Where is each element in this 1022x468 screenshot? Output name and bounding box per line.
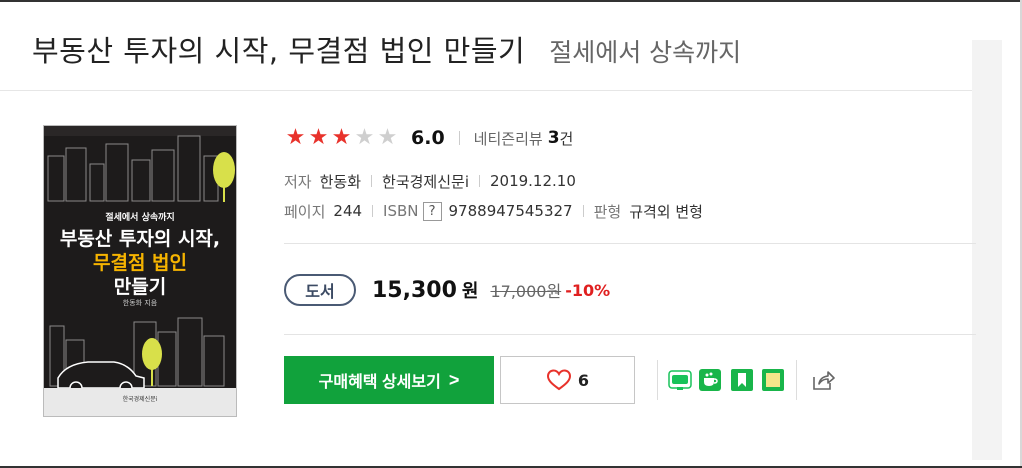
memo-icon[interactable] bbox=[760, 367, 786, 393]
review-unit: 건 bbox=[559, 129, 574, 148]
original-price: 17,000원 bbox=[490, 282, 562, 301]
like-button[interactable]: 6 bbox=[500, 356, 635, 404]
like-count: 6 bbox=[577, 370, 590, 390]
review-count[interactable]: 3 bbox=[548, 128, 560, 148]
review-label[interactable]: 네티즌리뷰 bbox=[474, 128, 543, 149]
pages-value: 244 bbox=[333, 202, 363, 220]
divider bbox=[582, 205, 584, 217]
cover-title-line1: 부동산 투자의 시작, bbox=[59, 228, 221, 250]
side-gutter bbox=[972, 40, 1002, 460]
pages-label: 페이지 bbox=[284, 202, 326, 221]
format-label: 판형 bbox=[593, 202, 622, 221]
divider bbox=[458, 131, 460, 145]
cover-subtitle: 절세에서 상속까지 bbox=[105, 213, 175, 223]
cover-publisher: 한국경제신문i bbox=[122, 396, 158, 403]
cover-author: 한동화 지음 bbox=[122, 299, 158, 307]
divider bbox=[478, 175, 480, 187]
star-rating: ★ ★ ★ ★ ★ bbox=[284, 127, 399, 149]
isbn-label: ISBN bbox=[383, 202, 419, 220]
section-divider bbox=[284, 243, 976, 244]
purchase-benefit-label: 구매혜택 상세보기 bbox=[318, 374, 441, 391]
discount-rate: -10% bbox=[565, 280, 611, 300]
star-empty-icon: ★ bbox=[354, 125, 375, 150]
meta-row-author: 저자 한동화 한국경제신문i 2019.12.10 bbox=[284, 170, 576, 192]
bookmark-icon[interactable] bbox=[729, 367, 755, 393]
heart-icon bbox=[546, 369, 571, 391]
book-cover-image[interactable]: 절세에서 상속까지 부동산 투자의 시작, 무결점 법인 만들기 한동화 지음 … bbox=[43, 125, 237, 417]
divider bbox=[371, 175, 373, 187]
cafe-icon[interactable] bbox=[697, 367, 723, 393]
blog-icon[interactable] bbox=[667, 367, 693, 393]
divider bbox=[372, 205, 374, 217]
price-row: 도서 15,300 원 17,000원 -10% bbox=[284, 274, 610, 306]
isbn-value: 9788947545327 bbox=[448, 202, 573, 220]
book-title-row: 부동산 투자의 시작, 무결점 법인 만들기 절세에서 상속까지 bbox=[32, 28, 741, 72]
sale-price: 15,300 bbox=[372, 277, 457, 303]
isbn-help-icon[interactable]: ? bbox=[422, 201, 442, 221]
star-filled-icon: ★ bbox=[308, 125, 329, 150]
meta-row-details: 페이지 244 ISBN ? 9788947545327 판형 규격외 변형 bbox=[284, 200, 703, 222]
share-icon[interactable] bbox=[810, 367, 836, 393]
title-divider bbox=[0, 90, 972, 91]
top-border bbox=[0, 0, 1022, 2]
format-value: 규격외 변형 bbox=[629, 202, 703, 221]
product-type-badge: 도서 bbox=[284, 274, 356, 306]
price-unit: 원 bbox=[461, 281, 479, 302]
author-link[interactable]: 한동화 bbox=[320, 171, 361, 192]
book-title[interactable]: 부동산 투자의 시작, 무결점 법인 만들기 bbox=[32, 28, 525, 70]
author-label: 저자 bbox=[284, 172, 312, 191]
star-empty-icon: ★ bbox=[377, 125, 398, 150]
rating-score: 6.0 bbox=[411, 127, 445, 149]
book-subtitle: 절세에서 상속까지 bbox=[549, 38, 742, 67]
star-filled-icon: ★ bbox=[331, 125, 352, 150]
chevron-right-icon: > bbox=[448, 369, 460, 390]
cover-title-line3: 만들기 bbox=[113, 276, 167, 298]
publisher-link[interactable]: 한국경제신문i bbox=[382, 171, 469, 192]
divider bbox=[796, 360, 797, 400]
star-filled-icon: ★ bbox=[285, 125, 306, 150]
purchase-benefit-button[interactable]: 구매혜택 상세보기 > bbox=[284, 356, 494, 404]
section-divider bbox=[284, 334, 976, 335]
rating-row: ★ ★ ★ ★ ★ 6.0 네티즌리뷰 3 건 bbox=[284, 124, 574, 152]
divider bbox=[657, 360, 658, 400]
publish-date: 2019.12.10 bbox=[489, 172, 576, 190]
cover-title-line2: 무결점 법인 bbox=[92, 252, 187, 274]
